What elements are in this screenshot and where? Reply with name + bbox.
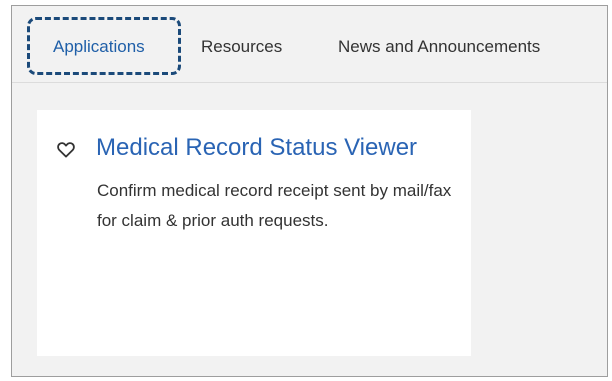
- tab-news-and-announcements[interactable]: News and Announcements: [338, 37, 540, 57]
- tab-resources[interactable]: Resources: [201, 37, 282, 57]
- application-title-link[interactable]: Medical Record Status Viewer: [96, 134, 417, 162]
- heart-icon[interactable]: [57, 142, 75, 158]
- tab-applications[interactable]: Applications: [53, 37, 145, 57]
- app-window: Applications Resources News and Announce…: [11, 5, 608, 377]
- application-card: Medical Record Status Viewer Confirm med…: [37, 110, 471, 356]
- tab-bar: Applications Resources News and Announce…: [12, 6, 607, 83]
- application-description: Confirm medical record receipt sent by m…: [97, 181, 452, 230]
